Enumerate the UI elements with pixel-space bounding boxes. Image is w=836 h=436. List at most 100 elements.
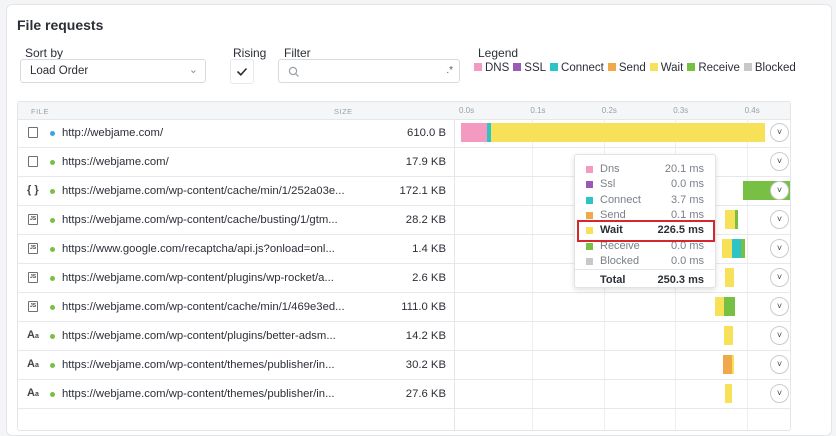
timing-bar-wait[interactable] (725, 268, 734, 287)
timing-bar-dns[interactable] (461, 123, 488, 142)
legend-item-receive[interactable]: Receive (687, 62, 740, 74)
expand-row-button[interactable]: ˅ (770, 123, 789, 142)
expand-row-button[interactable]: ˅ (770, 181, 789, 200)
request-url[interactable]: https://webjame.com/wp-content/cache/bus… (62, 214, 338, 226)
status-dot (50, 392, 55, 397)
request-size: 1.4 KB (412, 243, 446, 255)
expand-row-button[interactable]: ˅ (770, 268, 789, 287)
timing-bar-wait[interactable] (722, 239, 733, 258)
rising-checkbox[interactable] (230, 59, 254, 84)
legend-swatch (743, 63, 752, 71)
sort-label: Sort by (25, 46, 64, 60)
legend-swatch (607, 63, 616, 71)
expand-row-button[interactable]: ˅ (770, 384, 789, 403)
tooltip-total: Total 250.3 ms (575, 269, 715, 286)
legend-item-label: Connect (561, 62, 604, 74)
request-url[interactable]: https://webjame.com/wp-content/cache/min… (62, 301, 345, 313)
request-size: 17.9 KB (405, 156, 446, 168)
status-dot (50, 363, 55, 368)
legend-item-label: Receive (698, 62, 740, 74)
expand-row-button[interactable]: ˅ (770, 210, 789, 229)
legend-item-label: SSL (524, 62, 547, 74)
request-url[interactable]: https://webjame.com/wp-content/plugins/b… (62, 330, 336, 342)
request-size: 28.2 KB (405, 214, 446, 226)
timing-bar-wait[interactable] (731, 355, 734, 374)
timing-bar-send[interactable] (723, 355, 732, 374)
legend-swatch (513, 63, 522, 71)
tooltip-phase-name: Blocked (600, 254, 640, 267)
legend-swatch (649, 63, 658, 71)
timeline-tick: 0.3s (673, 106, 689, 115)
column-file: File (31, 107, 49, 116)
tooltip-row-connect: Connect 3.7 ms (575, 193, 715, 208)
json-icon: { } (27, 184, 39, 196)
request-size: 27.6 KB (405, 388, 446, 400)
status-dot (50, 160, 55, 165)
timing-bar-wait[interactable] (725, 384, 733, 403)
status-dot (50, 276, 55, 281)
table-row[interactable]: http://webjame.com/610.0 B ˅ (18, 119, 790, 148)
timing-bar-wait[interactable] (723, 326, 734, 345)
table-row[interactable]: JS https://webjame.com/wp-content/cache/m… (18, 293, 790, 322)
tooltip-swatch (586, 196, 593, 204)
tooltip-phase-value: 0.0 ms (670, 254, 704, 267)
expand-row-button[interactable]: ˅ (770, 326, 789, 345)
tooltip-phase-name: Dns (600, 163, 620, 175)
tooltip-swatch (586, 181, 593, 189)
timing-bar-receive[interactable] (723, 297, 736, 316)
filter-field[interactable]: .* (278, 59, 460, 83)
legend-label: Legend (478, 46, 519, 60)
timing-bar-receive[interactable] (740, 239, 746, 258)
filter-input[interactable] (305, 63, 435, 79)
legend-item-label: DNS (485, 62, 510, 74)
timing-bar-wait[interactable] (491, 123, 765, 142)
status-dot (50, 218, 55, 223)
request-size: 172.1 KB (399, 185, 446, 197)
request-url[interactable]: http://webjame.com/ (62, 127, 163, 139)
request-url[interactable]: https://webjame.com/wp-content/plugins/w… (62, 272, 334, 284)
timing-bar-wait[interactable] (715, 297, 724, 316)
request-size: 610.0 B (407, 127, 446, 139)
table-row[interactable]: Aa https://webjame.com/wp-content/plugins… (18, 322, 790, 351)
timing-bar-wait[interactable] (725, 210, 736, 229)
tooltip-swatch (586, 242, 593, 250)
timeline-tick: 0.4s (744, 106, 760, 115)
table-row[interactable]: Aa https://webjame.com/wp-content/themes/… (18, 380, 790, 409)
request-url[interactable]: https://webjame.com/wp-content/cache/min… (62, 185, 345, 197)
expand-row-button[interactable]: ˅ (770, 152, 789, 171)
table-row[interactable]: Aa https://webjame.com/wp-content/themes/… (18, 351, 790, 380)
file-icon (28, 127, 38, 138)
js-file-icon: JS (28, 272, 38, 283)
legend-item-ssl[interactable]: SSL (513, 62, 546, 74)
legend-item-send[interactable]: Send (607, 62, 646, 74)
tooltip-swatch (586, 211, 593, 219)
request-url[interactable]: https://webjame.com/wp-content/themes/pu… (62, 359, 335, 371)
panel-title: File requests (17, 17, 104, 33)
tooltip-phase-value: 0.0 ms (670, 178, 704, 191)
timeline-tick: 0.2s (601, 106, 617, 115)
request-url[interactable]: https://webjame.com/wp-content/themes/pu… (62, 388, 335, 400)
expand-row-button[interactable]: ˅ (770, 297, 789, 316)
timing-bar-connect[interactable] (732, 239, 741, 258)
legend-item-blocked[interactable]: Blocked (743, 62, 796, 74)
tooltip-swatch (586, 257, 593, 265)
tooltip-phase-value: 3.7 ms (670, 193, 704, 206)
sort-select[interactable]: Load Order ⌄ (20, 59, 206, 83)
expand-row-button[interactable]: ˅ (770, 355, 789, 374)
tooltip-total-value: 250.3 ms (657, 274, 704, 286)
column-size: Size (334, 107, 353, 116)
tooltip-row-blocked: Blocked 0.0 ms (575, 254, 715, 269)
legend-swatch (687, 63, 696, 71)
status-dot (50, 131, 55, 136)
legend-item-wait[interactable]: Wait (649, 62, 683, 74)
regex-toggle[interactable]: .* (446, 65, 453, 76)
legend-item-dns[interactable]: DNS (474, 62, 509, 74)
timing-bar-receive[interactable] (735, 210, 739, 229)
request-size: 111.0 KB (401, 301, 446, 313)
request-url[interactable]: https://www.google.com/recaptcha/api.js?… (62, 243, 335, 255)
chevron-down-icon: ⌄ (188, 64, 198, 76)
expand-row-button[interactable]: ˅ (770, 239, 789, 258)
legend-swatch (550, 63, 559, 71)
legend-item-connect[interactable]: Connect (550, 62, 604, 74)
request-url[interactable]: https://webjame.com/ (62, 156, 169, 168)
